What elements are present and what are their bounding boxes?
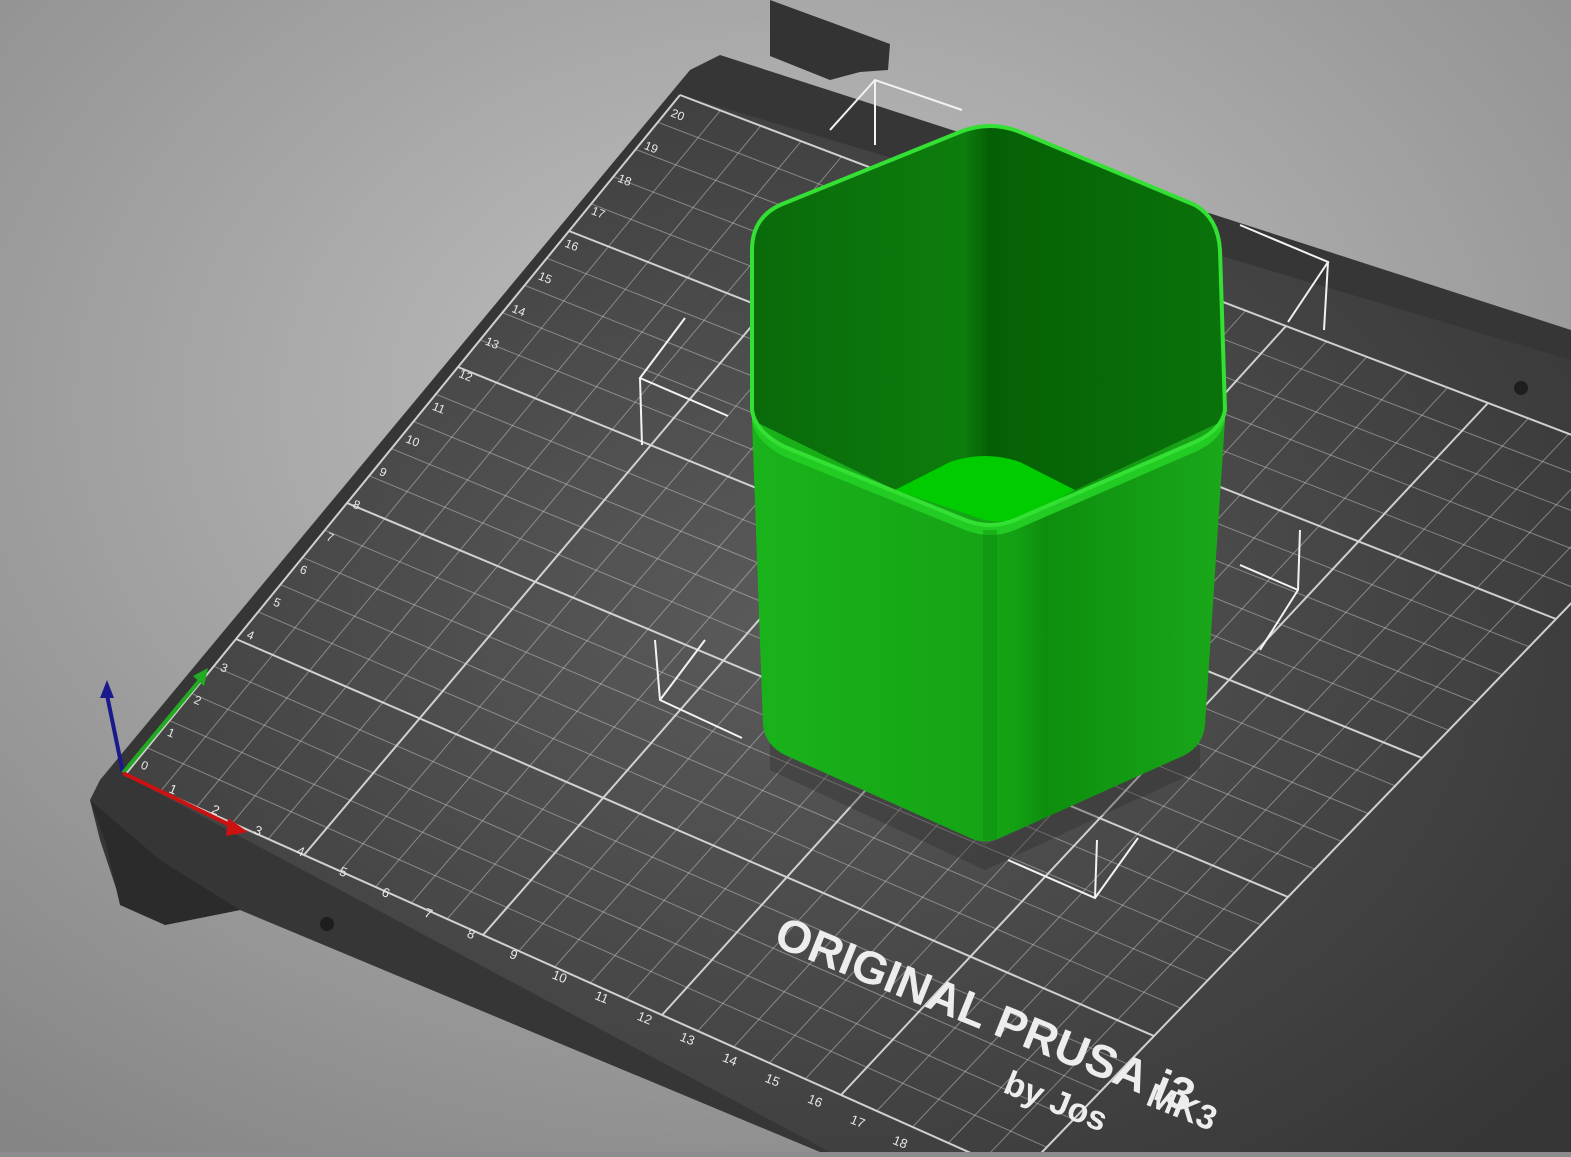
- 3d-viewport[interactable]: 0 1 2 3 4 5 6 7 8 9 10 11 12 13 14 15 16 17 18 19 20 1234567…: [0, 0, 1571, 1157]
- hexagonal-container-model[interactable]: [750, 124, 1227, 870]
